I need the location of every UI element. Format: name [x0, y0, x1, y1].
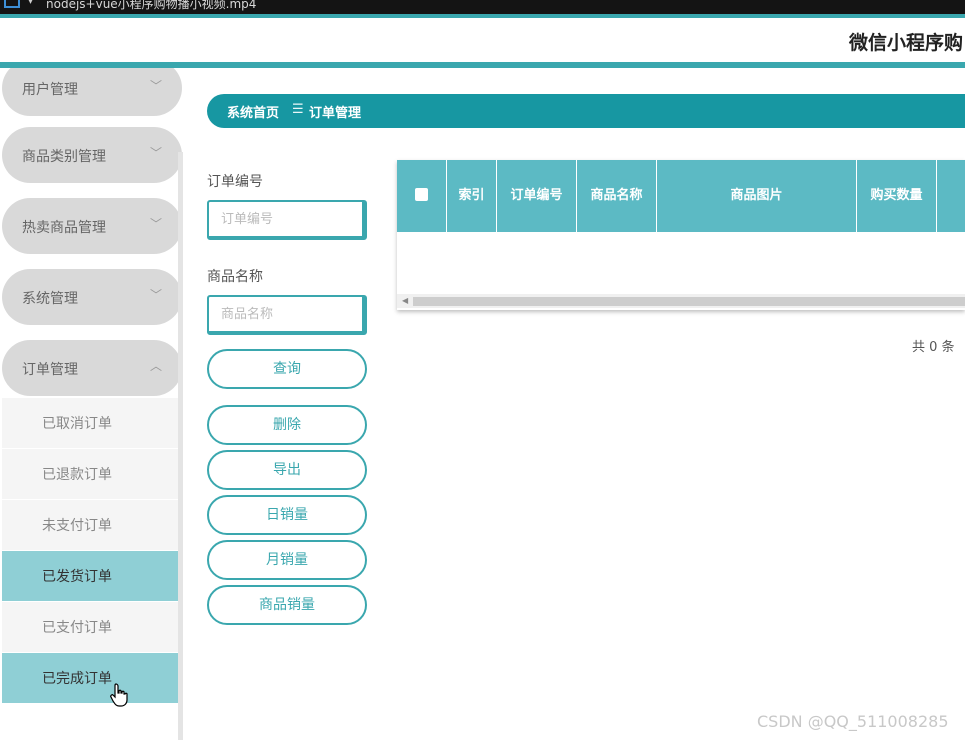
sub-item-label: 已完成订单: [42, 671, 112, 687]
sub-item-label: 已支付订单: [42, 620, 112, 636]
sidebar-item-completed-orders[interactable]: 已完成订单: [2, 653, 182, 703]
sub-item-label: 未支付订单: [42, 518, 112, 534]
menu-label: 热卖商品管理: [22, 220, 106, 236]
delete-button[interactable]: 删除: [207, 405, 367, 445]
sidebar-item-cancelled-orders[interactable]: 已取消订单: [2, 398, 182, 448]
table-horizontal-scrollbar[interactable]: ◀: [397, 294, 965, 308]
menu-label: 商品类别管理: [22, 149, 106, 165]
query-button[interactable]: 查询: [207, 349, 367, 389]
checkbox-icon[interactable]: [415, 187, 428, 201]
sidebar-item-shipped-orders[interactable]: 已发货订单: [2, 551, 182, 601]
sub-item-label: 已发货订单: [42, 569, 112, 585]
order-no-label: 订单编号: [207, 174, 263, 190]
breadcrumb: 系统首页 ☰ 订单管理: [207, 94, 965, 128]
sub-item-label: 已退款订单: [42, 467, 112, 483]
sidebar-menu-system[interactable]: 系统管理 ﹀: [2, 269, 182, 325]
column-header-product-image[interactable]: 商品图片: [657, 160, 857, 232]
watermark: CSDN @QQ_511008285: [757, 712, 949, 731]
column-header-quantity[interactable]: 购买数量: [857, 160, 937, 232]
window-icon: [4, 0, 20, 8]
daily-sales-button[interactable]: 日销量: [207, 495, 367, 535]
scrollbar-thumb[interactable]: [413, 297, 965, 306]
main-content: 系统首页 ☰ 订单管理 订单编号 商品名称 查询 删除 导出 日销量 月销量 商…: [110, 68, 965, 740]
product-name-input[interactable]: [207, 295, 367, 335]
sidebar-item-unpaid-orders[interactable]: 未支付订单: [2, 500, 182, 550]
sidebar-menu-users[interactable]: 用户管理 ﹀: [2, 68, 182, 116]
scroll-left-icon[interactable]: ◀: [402, 294, 408, 308]
column-header-order-no[interactable]: 订单编号: [497, 160, 577, 232]
monthly-sales-button[interactable]: 月销量: [207, 540, 367, 580]
chevron-down-icon: ﹀: [150, 79, 163, 93]
order-no-input[interactable]: [207, 200, 367, 240]
sidebar-menu-product-categories[interactable]: 商品类别管理 ﹀: [2, 127, 182, 183]
column-header-index[interactable]: 索引: [447, 160, 497, 232]
app-header: 微信小程序购: [0, 18, 965, 62]
chevron-down-icon: ﹀: [150, 217, 163, 231]
menu-icon: ☰: [292, 102, 304, 117]
product-sales-button[interactable]: 商品销量: [207, 585, 367, 625]
hand-cursor-icon: [110, 683, 128, 707]
orders-table: 索引 订单编号 商品名称 商品图片 购买数量 ◀: [397, 160, 965, 310]
breadcrumb-home[interactable]: 系统首页: [227, 102, 279, 121]
column-header-overflow: [937, 160, 965, 232]
caret-down-icon[interactable]: ▾: [28, 0, 33, 7]
sidebar: 用户管理 ﹀ 商品类别管理 ﹀ 热卖商品管理 ﹀ 系统管理 ﹀ 订单管理 ︿ 已…: [0, 68, 187, 740]
menu-label: 订单管理: [22, 362, 78, 378]
chevron-down-icon: ﹀: [150, 146, 163, 160]
sub-item-label: 已取消订单: [42, 416, 112, 432]
sidebar-menu-orders[interactable]: 订单管理 ︿: [2, 340, 182, 396]
sidebar-menu-hot-products[interactable]: 热卖商品管理 ﹀: [2, 198, 182, 254]
video-title: nodejs+vue小程序购物播小视频.mp4: [46, 0, 257, 11]
app-title: 微信小程序购: [849, 32, 964, 54]
menu-label: 用户管理: [22, 82, 78, 98]
chevron-up-icon: ︿: [150, 359, 163, 373]
sidebar-item-paid-orders[interactable]: 已支付订单: [2, 602, 182, 652]
video-title-bar: ▾ nodejs+vue小程序购物播小视频.mp4: [0, 0, 965, 14]
table-header: 索引 订单编号 商品名称 商品图片 购买数量: [397, 160, 965, 232]
sidebar-scrollbar[interactable]: [178, 152, 183, 740]
export-button[interactable]: 导出: [207, 450, 367, 490]
product-name-label: 商品名称: [207, 269, 263, 285]
pagination-total: 共 0 条: [912, 340, 955, 355]
sidebar-item-refunded-orders[interactable]: 已退款订单: [2, 449, 182, 499]
chevron-down-icon: ﹀: [150, 288, 163, 302]
breadcrumb-current: 订单管理: [309, 106, 362, 121]
column-header-product-name[interactable]: 商品名称: [577, 160, 657, 232]
select-all-checkbox-cell[interactable]: [397, 160, 447, 232]
menu-label: 系统管理: [22, 291, 78, 307]
